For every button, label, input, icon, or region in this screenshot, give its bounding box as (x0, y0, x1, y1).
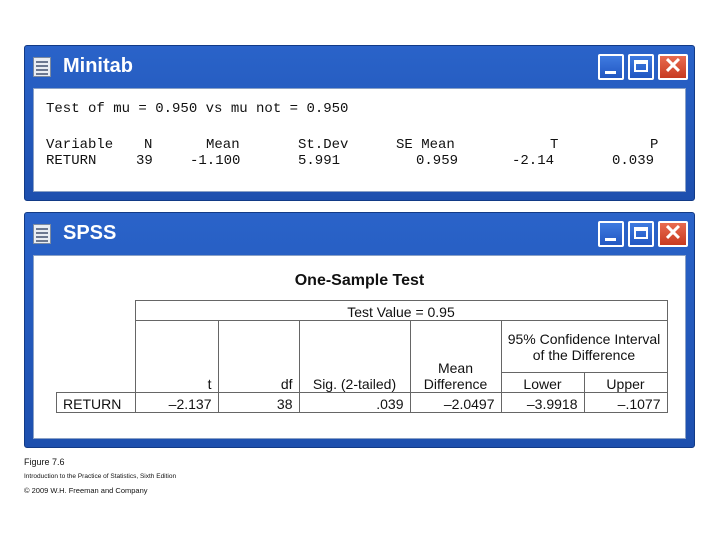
minimize-button[interactable] (598, 54, 624, 80)
row-t: -2.14 (512, 153, 555, 169)
spss-window: SPSS ✕ One-Sample Test Test Value = 0.95… (24, 212, 695, 448)
minitab-titlebar[interactable]: Minitab ✕ (25, 46, 694, 88)
window-menu-icon[interactable] (33, 57, 51, 77)
header-p: P (650, 137, 659, 153)
close-button[interactable]: ✕ (658, 220, 688, 247)
minimize-icon (605, 238, 616, 241)
book-credit: Introduction to the Practice of Statisti… (24, 473, 177, 480)
row-t: –2.137 (134, 392, 219, 413)
minitab-window: Minitab ✕ Test of mu = 0.950 vs mu not =… (24, 45, 695, 201)
maximize-icon (634, 227, 648, 239)
window-menu-icon[interactable] (33, 224, 51, 244)
row-variable: RETURN (46, 153, 97, 169)
maximize-button[interactable] (628, 221, 654, 247)
test-value-header: Test Value = 0.95 (134, 300, 668, 321)
header-sig: Sig. (2-tailed) (298, 320, 411, 393)
header-mean: Mean (206, 137, 240, 153)
header-df: df (217, 320, 300, 393)
header-upper: Upper (583, 372, 668, 393)
table-corner (56, 300, 136, 393)
maximize-icon (634, 60, 648, 72)
row-df: 38 (217, 392, 300, 413)
copyright-notice: © 2009 W.H. Freeman and Company (24, 486, 148, 495)
header-n: N (144, 137, 153, 153)
figure-caption: Figure 7.6 (24, 457, 65, 467)
row-mean-difference: –2.0497 (409, 392, 502, 413)
one-sample-test-table: Test Value = 0.95 t df Sig. (2-tailed) M… (56, 300, 668, 413)
window-title: Minitab (63, 55, 133, 77)
row-n: 39 (136, 153, 153, 169)
test-description: Test of mu = 0.950 vs mu not = 0.950 (46, 101, 349, 117)
minimize-button[interactable] (598, 221, 624, 247)
row-sig: .039 (298, 392, 411, 413)
row-stdev: 5.991 (298, 153, 341, 169)
close-icon: ✕ (663, 220, 683, 245)
close-icon: ✕ (663, 53, 683, 78)
row-p: 0.039 (612, 153, 655, 169)
header-variable: Variable (46, 137, 114, 153)
minitab-output: Test of mu = 0.950 vs mu not = 0.950 Var… (33, 88, 686, 192)
header-se-mean: SE Mean (396, 137, 455, 153)
table-heading: One-Sample Test (294, 272, 425, 289)
row-mean: -1.100 (190, 153, 241, 169)
maximize-button[interactable] (628, 54, 654, 80)
row-se-mean: 0.959 (416, 153, 459, 169)
header-lower: Lower (500, 372, 585, 393)
close-button[interactable]: ✕ (658, 53, 688, 80)
window-title: SPSS (63, 222, 117, 244)
spss-titlebar[interactable]: SPSS ✕ (25, 213, 694, 255)
header-t: t (134, 320, 219, 393)
minimize-icon (605, 71, 616, 74)
header-confidence-interval: 95% Confidence Interval of the Differenc… (500, 320, 668, 373)
row-label: RETURN (56, 392, 136, 413)
header-t: T (550, 137, 559, 153)
row-upper: –.1077 (583, 392, 668, 413)
row-lower: –3.9918 (500, 392, 585, 413)
header-stdev: St.Dev (298, 137, 349, 153)
spss-output: One-Sample Test Test Value = 0.95 t df S… (33, 255, 686, 439)
header-mean-difference: Mean Difference (409, 320, 502, 393)
